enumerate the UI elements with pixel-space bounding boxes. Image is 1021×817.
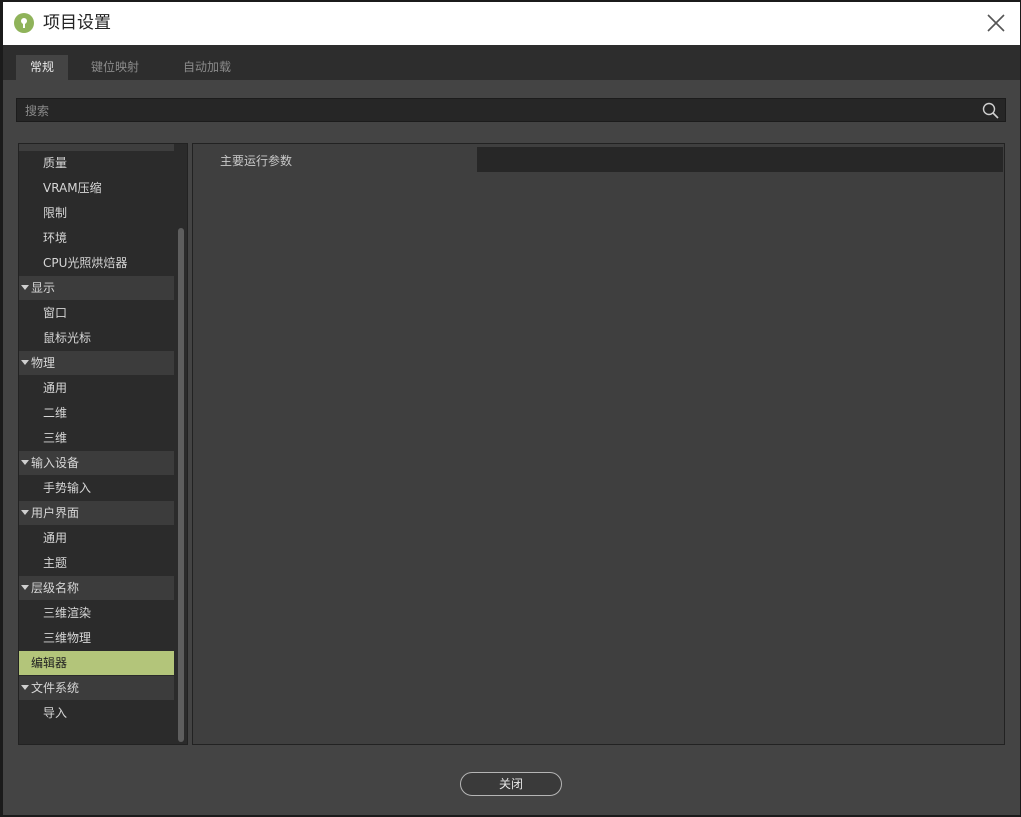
tree-item-gui-common[interactable]: 通用 [19,526,174,550]
caret-down-icon[interactable] [21,685,29,690]
search-box [16,98,1006,122]
tree-item-physics-common[interactable]: 通用 [19,376,174,400]
tree-section-gui[interactable]: 用户界面 [19,501,174,525]
tree-section-label: 层级名称 [31,581,80,595]
tree-item-label: 通用 [43,531,68,545]
tree-item-pointing[interactable]: 手势输入 [19,476,174,500]
tree-section-label: 物理 [31,356,56,370]
property-inspector: 主要运行参数 [192,143,1005,745]
tree-item-physics-3d[interactable]: 三维 [19,426,174,450]
tree-item-limits[interactable]: 限制 [19,201,174,225]
tree-item-label: 质量 [43,156,68,170]
tree-scrollbar[interactable] [176,144,186,744]
tree-item-label: 手势输入 [43,481,92,495]
tree-item-label: 三维物理 [43,631,92,645]
tree-item-quality[interactable]: 质量 [19,151,174,175]
caret-down-icon[interactable] [21,360,29,365]
tree-item-import[interactable]: 导入 [19,701,174,725]
tree-item-label: CPU光照烘焙器 [43,256,128,270]
tree-item-label: 二维 [43,406,68,420]
tree-item-mouse-cursor[interactable]: 鼠标光标 [19,326,174,350]
main-run-args-input[interactable] [477,147,1003,172]
tree-scrollbar-thumb[interactable] [178,228,184,742]
tree-item-label: 鼠标光标 [43,331,92,345]
tree-item-label: 主题 [43,556,68,570]
tree-item-theme[interactable]: 主题 [19,551,174,575]
caret-down-icon[interactable] [21,285,29,290]
tree-item-label: 三维渲染 [43,606,92,620]
tree-item-window[interactable]: 窗口 [19,301,174,325]
close-icon[interactable] [984,11,1008,35]
tab-general[interactable]: 常规 [16,55,68,80]
tree-item-cpu-lightmapper[interactable]: CPU光照烘焙器 [19,251,174,275]
tree-item-environment[interactable]: 环境 [19,226,174,250]
tree-section-label: 输入设备 [31,456,80,470]
tree-section-label: 显示 [31,281,56,295]
tree-section-label: 用户界面 [31,506,80,520]
tree-item-label: 限制 [43,206,68,220]
property-label: 主要运行参数 [220,154,293,168]
tree-item-label: VRAM压缩 [43,181,102,195]
tab-bar: 常规 键位映射 自动加载 [3,45,1020,80]
tree-item-3d-render[interactable]: 三维渲染 [19,601,174,625]
close-button[interactable]: 关闭 [460,772,562,796]
tree-item-3d-physics[interactable]: 三维物理 [19,626,174,650]
search-input[interactable] [23,101,977,121]
tree-item-label: 窗口 [43,306,68,320]
search-icon[interactable] [982,102,999,119]
tree-section-label: 文件系统 [31,681,80,695]
tree-partial-row [19,144,174,151]
tab-input-map[interactable]: 键位映射 [77,55,153,80]
title-bar: 项目设置 [3,2,1020,45]
tree-section-layer-names[interactable]: 层级名称 [19,576,174,600]
tree-item-vram-compression[interactable]: VRAM压缩 [19,176,174,200]
window-title: 项目设置 [43,13,111,33]
tree-section-physics[interactable]: 物理 [19,351,174,375]
caret-down-icon[interactable] [21,460,29,465]
tree-item-editor[interactable]: 编辑器 [19,651,174,675]
tree-item-physics-2d[interactable]: 二维 [19,401,174,425]
project-settings-window: 项目设置 常规 键位映射 自动加载 质量 VRAM压缩 限制 环境 CPU光照烘… [3,2,1020,815]
app-icon [14,13,34,33]
tree-item-label: 环境 [43,231,68,245]
tree-item-label: 导入 [43,706,68,720]
tree-item-label: 编辑器 [31,656,68,670]
tree-section-filesystem[interactable]: 文件系统 [19,676,174,700]
tab-autoload[interactable]: 自动加载 [169,55,245,80]
tree-item-label: 三维 [43,431,68,445]
tree-section-display[interactable]: 显示 [19,276,174,300]
settings-tree: 质量 VRAM压缩 限制 环境 CPU光照烘焙器 显示 窗口 鼠标光标 物理 通… [18,143,188,745]
tree-item-label: 通用 [43,381,68,395]
caret-down-icon[interactable] [21,585,29,590]
tree-section-input-devices[interactable]: 输入设备 [19,451,174,475]
caret-down-icon[interactable] [21,510,29,515]
